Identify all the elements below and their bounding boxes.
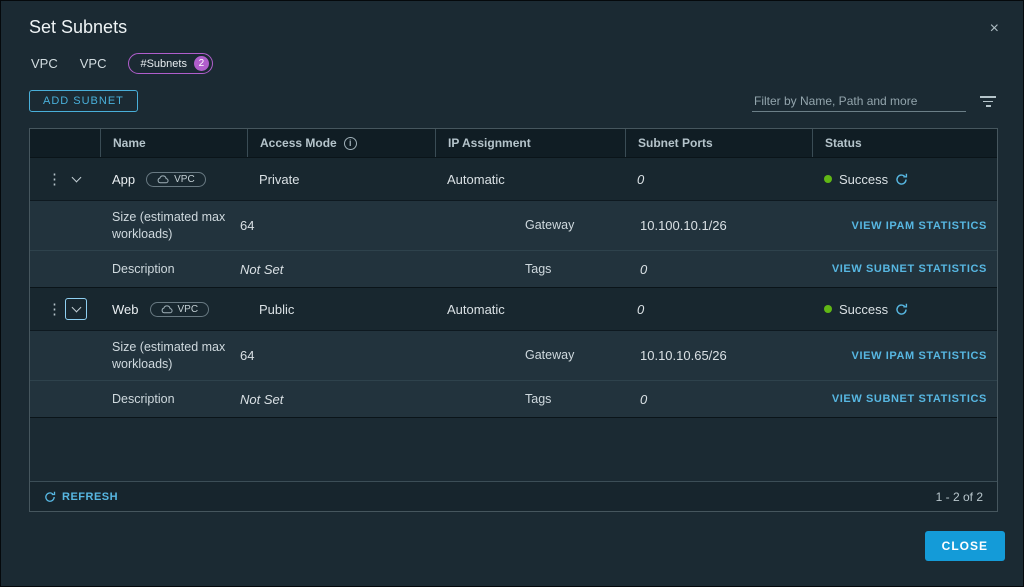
dialog-footer: CLOSE: [925, 531, 1005, 561]
description-label: Description: [112, 385, 240, 414]
view-ipam-statistics-link[interactable]: VIEW IPAM STATISTICS: [820, 220, 987, 232]
pagination-count: 1 - 2 of 2: [936, 490, 983, 504]
refresh-label: REFRESH: [62, 491, 118, 503]
row-controls: ⋮: [30, 288, 100, 330]
toolbar: ADD SUBNET: [1, 74, 1023, 112]
view-subnet-statistics-link[interactable]: VIEW SUBNET STATISTICS: [820, 263, 987, 275]
subnet-ports-cell: 0: [625, 158, 812, 200]
header-controls-column: [30, 129, 100, 157]
subnet-ports-cell: 0: [625, 288, 812, 330]
access-mode-cell: Private: [247, 158, 435, 200]
breadcrumb-vpc-2[interactable]: VPC: [80, 56, 107, 71]
refresh-button[interactable]: REFRESH: [44, 491, 118, 503]
status-cell: Success: [812, 158, 997, 200]
subnet-row-app: ⋮ App VPC Private Automatic 0 Success: [30, 157, 997, 200]
refresh-icon: [44, 491, 56, 503]
vpc-icon: [161, 305, 173, 314]
header-status: Status: [812, 129, 997, 157]
table-row: ⋮ App VPC Private Automatic 0 Success: [30, 157, 997, 287]
status-refresh-icon[interactable]: [895, 173, 908, 186]
size-label: Size (estimated max workloads): [112, 203, 240, 249]
vpc-scope-label: VPC: [178, 304, 199, 315]
vpc-scope-pill: VPC: [150, 302, 210, 317]
header-access-mode: Access Mode i: [247, 129, 435, 157]
description-label: Description: [112, 255, 240, 284]
gateway-value: 10.100.10.1/26: [640, 218, 820, 233]
size-value: 64: [240, 348, 525, 363]
set-subnets-dialog: Set Subnets × VPC VPC #Subnets 2 ADD SUB…: [0, 0, 1024, 587]
view-subnet-statistics-link[interactable]: VIEW SUBNET STATISTICS: [820, 393, 987, 405]
table-row: ⋮ Web VPC Public Automatic 0 Success: [30, 287, 997, 417]
status-text: Success: [839, 302, 888, 317]
tags-label: Tags: [525, 385, 640, 414]
description-value: Not Set: [240, 262, 525, 277]
ip-assignment-cell: Automatic: [435, 158, 625, 200]
gateway-label: Gateway: [525, 211, 640, 240]
detail-line-description: Description Not Set Tags 0 VIEW SUBNET S…: [30, 250, 997, 287]
breadcrumb-vpc-1[interactable]: VPC: [31, 56, 58, 71]
name-cell: App VPC: [100, 158, 247, 200]
filter-icon[interactable]: [978, 94, 998, 109]
header-ip-assignment: IP Assignment: [435, 129, 625, 157]
vpc-scope-label: VPC: [174, 174, 195, 185]
close-icon[interactable]: ×: [986, 17, 1003, 41]
tags-label: Tags: [525, 255, 640, 284]
subnet-name: Web: [112, 302, 139, 317]
table-header-row: Name Access Mode i IP Assignment Subnet …: [30, 129, 997, 157]
size-label: Size (estimated max workloads): [112, 333, 240, 379]
header-name: Name: [100, 129, 247, 157]
subnets-badge-count: 2: [194, 56, 209, 71]
collapse-chevron-icon[interactable]: [65, 298, 87, 320]
vpc-icon: [157, 175, 169, 184]
row-controls: ⋮: [30, 158, 100, 200]
subnets-table: Name Access Mode i IP Assignment Subnet …: [29, 128, 998, 512]
table-empty-area: [30, 417, 997, 481]
subnets-badge-label: #Subnets: [140, 58, 186, 70]
dialog-header: Set Subnets ×: [1, 1, 1023, 41]
status-cell: Success: [812, 288, 997, 330]
add-subnet-button[interactable]: ADD SUBNET: [29, 90, 138, 112]
collapse-chevron-icon[interactable]: [65, 168, 87, 190]
filter-group: [752, 91, 998, 112]
size-value: 64: [240, 218, 525, 233]
row-detail: Size (estimated max workloads) 64 Gatewa…: [30, 330, 997, 417]
access-mode-info-icon[interactable]: i: [344, 137, 357, 150]
table-footer: REFRESH 1 - 2 of 2: [30, 481, 997, 511]
access-mode-cell: Public: [247, 288, 435, 330]
tags-value: 0: [640, 262, 820, 277]
close-button[interactable]: CLOSE: [925, 531, 1005, 561]
status-text: Success: [839, 172, 888, 187]
row-detail: Size (estimated max workloads) 64 Gatewa…: [30, 200, 997, 287]
status-success-dot: [824, 305, 832, 313]
description-value: Not Set: [240, 392, 525, 407]
detail-line-size: Size (estimated max workloads) 64 Gatewa…: [30, 330, 997, 380]
header-subnet-ports: Subnet Ports: [625, 129, 812, 157]
status-refresh-icon[interactable]: [895, 303, 908, 316]
page-title: Set Subnets: [29, 17, 127, 38]
subnet-name: App: [112, 172, 135, 187]
row-menu-icon[interactable]: ⋮: [47, 172, 62, 187]
status-success-dot: [824, 175, 832, 183]
tags-value: 0: [640, 392, 820, 407]
subnet-row-web: ⋮ Web VPC Public Automatic 0 Success: [30, 287, 997, 330]
gateway-value: 10.10.10.65/26: [640, 348, 820, 363]
row-menu-icon[interactable]: ⋮: [47, 302, 62, 317]
breadcrumb: VPC VPC #Subnets 2: [1, 41, 1023, 74]
subnets-count-badge[interactable]: #Subnets 2: [128, 53, 212, 74]
vpc-scope-pill: VPC: [146, 172, 206, 187]
gateway-label: Gateway: [525, 341, 640, 370]
filter-input[interactable]: [752, 91, 966, 112]
detail-line-description: Description Not Set Tags 0 VIEW SUBNET S…: [30, 380, 997, 417]
detail-line-size: Size (estimated max workloads) 64 Gatewa…: [30, 200, 997, 250]
view-ipam-statistics-link[interactable]: VIEW IPAM STATISTICS: [820, 350, 987, 362]
ip-assignment-cell: Automatic: [435, 288, 625, 330]
name-cell: Web VPC: [100, 288, 247, 330]
